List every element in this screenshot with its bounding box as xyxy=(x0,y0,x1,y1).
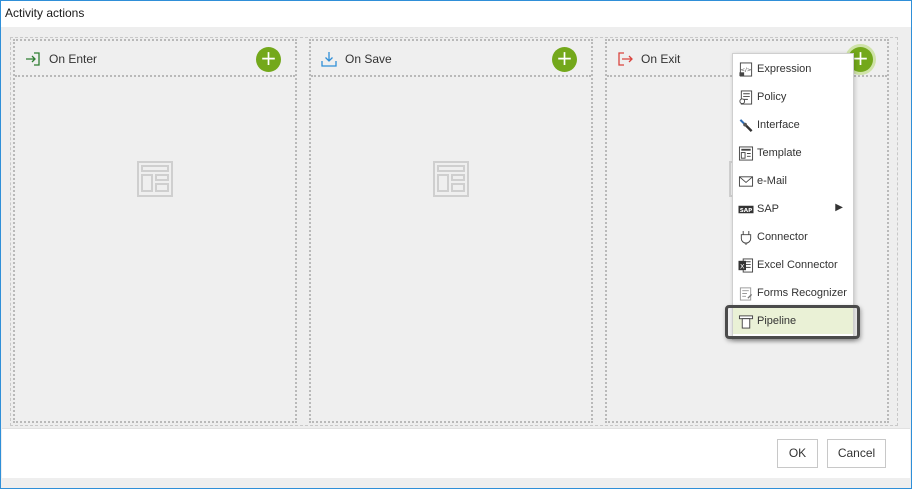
menu-item-policy[interactable]: Policy xyxy=(733,84,853,110)
menu-item-label: Forms Recognizer xyxy=(757,287,847,299)
forms-recognizer-icon xyxy=(739,287,753,301)
panel-header: On Save + xyxy=(311,41,591,77)
expression-icon: </> xyxy=(739,62,753,77)
menu-item-template[interactable]: Template xyxy=(733,140,853,166)
cancel-button[interactable]: Cancel xyxy=(827,439,886,468)
bottom-strip xyxy=(2,478,910,488)
exit-icon xyxy=(618,52,633,66)
add-action-button[interactable]: + xyxy=(256,47,281,72)
menu-item-label: e-Mail xyxy=(757,175,787,187)
add-action-button[interactable]: + xyxy=(552,47,577,72)
excel-icon: X xyxy=(738,258,754,273)
empty-template-icon xyxy=(433,161,469,197)
policy-icon xyxy=(739,90,753,105)
menu-item-label: Excel Connector xyxy=(757,259,838,271)
menu-item-excel-connector[interactable]: X Excel Connector xyxy=(733,252,853,278)
template-icon xyxy=(738,146,754,161)
ok-button[interactable]: OK xyxy=(777,439,818,468)
menu-item-sap[interactable]: SAP SAP ▶ xyxy=(733,196,853,222)
panel-title: On Save xyxy=(345,52,392,66)
panel-on-save: On Save + xyxy=(309,39,593,423)
svg-text:X: X xyxy=(740,262,745,270)
menu-item-expression[interactable]: </> Expression xyxy=(733,56,853,82)
dialog-title: Activity actions xyxy=(1,1,911,27)
add-action-menu: </> Expression Policy Interface Template xyxy=(732,53,854,340)
interface-icon xyxy=(739,119,753,132)
enter-icon xyxy=(26,52,40,66)
menu-item-interface[interactable]: Interface xyxy=(733,112,853,138)
menu-item-label: SAP xyxy=(757,203,780,215)
connector-icon xyxy=(740,230,752,245)
sap-icon: SAP xyxy=(738,205,754,214)
pipeline-icon xyxy=(738,315,754,329)
menu-item-label: Template xyxy=(757,147,802,159)
dialog-footer: OK Cancel xyxy=(2,428,910,478)
empty-template-icon xyxy=(137,161,173,197)
panel-title: On Enter xyxy=(49,52,98,66)
menu-item-label: Pipeline xyxy=(757,315,797,327)
menu-item-label: Expression xyxy=(757,63,812,75)
menu-item-connector[interactable]: Connector xyxy=(733,224,853,250)
panel-header: On Enter + xyxy=(15,41,295,77)
menu-item-label: Policy xyxy=(757,91,787,103)
menu-item-pipeline[interactable]: Pipeline xyxy=(733,308,853,334)
download-icon xyxy=(321,52,337,67)
menu-item-label: Interface xyxy=(757,119,800,131)
menu-item-label: Connector xyxy=(757,231,808,243)
panel-title: On Exit xyxy=(641,52,681,66)
menu-item-forms-recognizer[interactable]: Forms Recognizer xyxy=(733,280,853,306)
submenu-arrow-icon: ▶ xyxy=(835,202,843,213)
menu-item-email[interactable]: e-Mail xyxy=(733,168,853,194)
email-icon xyxy=(738,176,754,187)
svg-text:SAP: SAP xyxy=(740,208,753,214)
panel-on-enter: On Enter + xyxy=(13,39,297,423)
